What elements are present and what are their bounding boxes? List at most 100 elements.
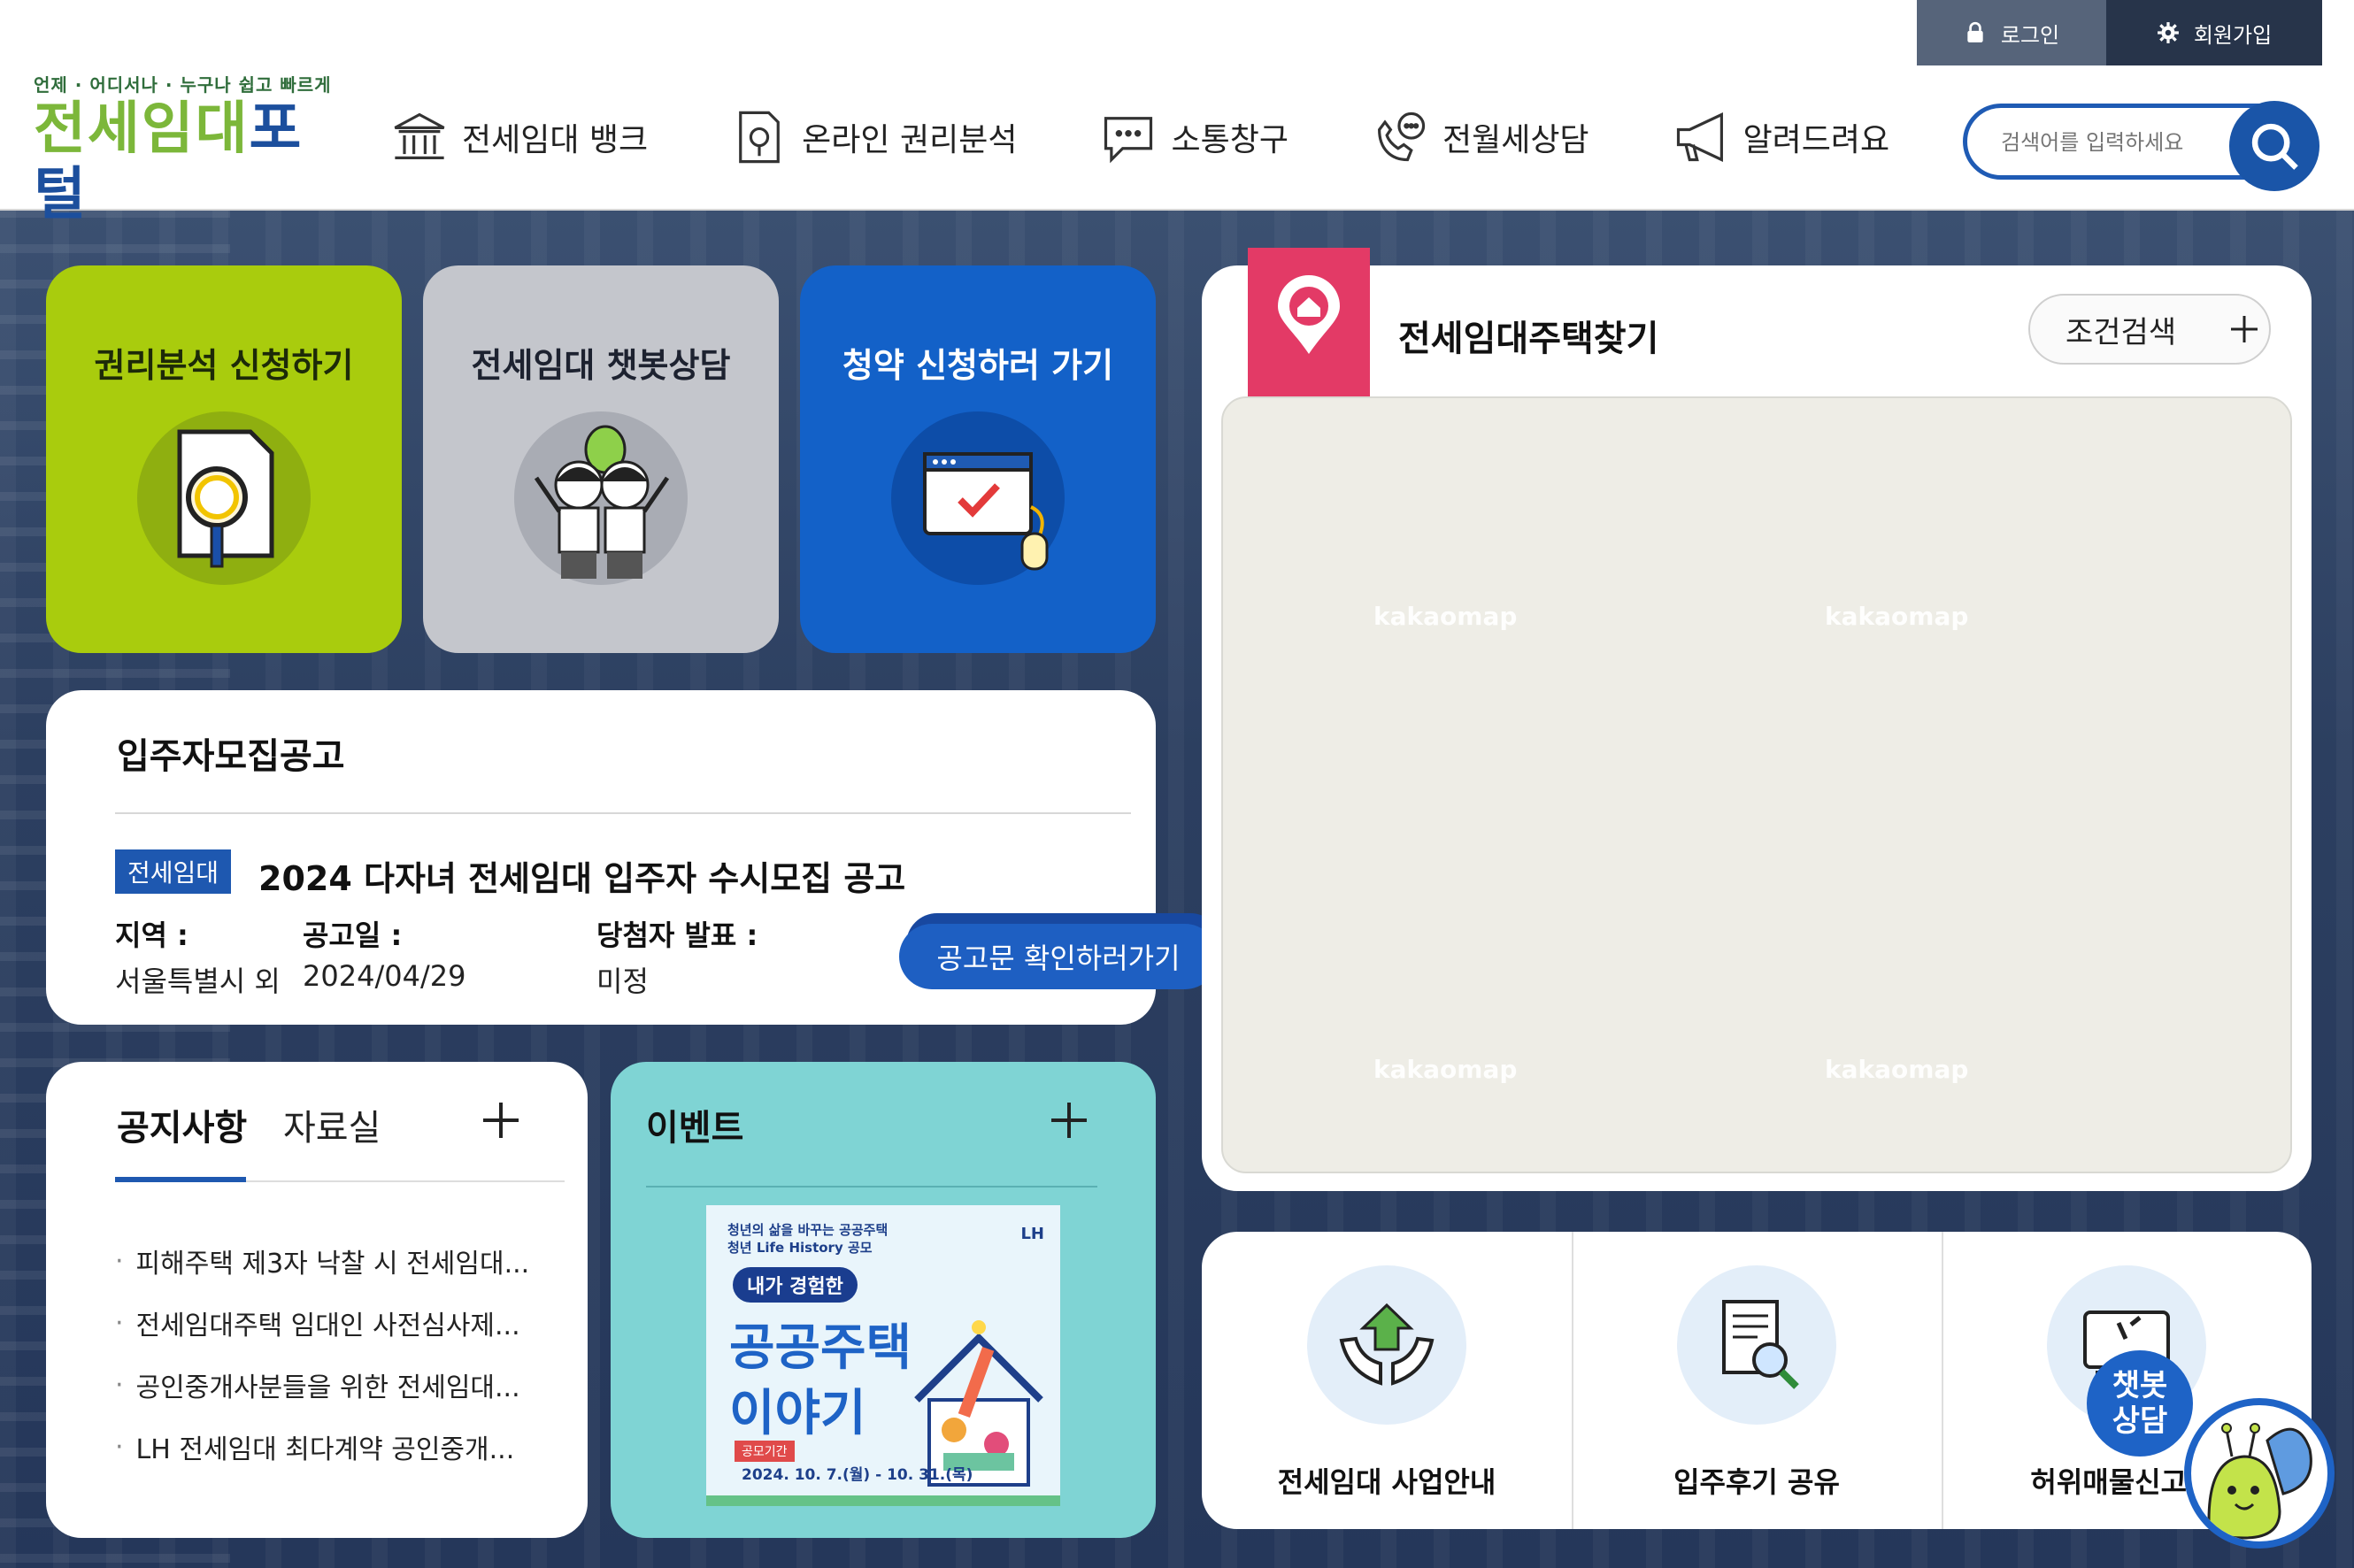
date-label: 공고일 : — [303, 919, 403, 952]
more-plus-icon[interactable] — [1048, 1099, 1090, 1141]
quick-card-icon-circle — [891, 411, 1065, 585]
nav-announcements[interactable]: 알려드려요 — [1671, 107, 1890, 167]
utility-bar: 로그인 회원가입 — [1917, 0, 2322, 65]
nav-communication[interactable]: 소통창구 — [1098, 107, 1289, 167]
quick-card-icon-circle — [137, 411, 311, 585]
nav-label: 전세임대 뱅크 — [462, 122, 649, 158]
region-value: 서울특별시 외 — [115, 965, 281, 998]
nav-label: 소통창구 — [1171, 122, 1289, 158]
tab-resources[interactable]: 자료실 — [283, 1099, 381, 1150]
nav-online-rights-analysis[interactable]: 온라인 권리분석 — [729, 107, 1017, 167]
magnifier-document-icon — [177, 429, 274, 568]
nav-label: 알려드려요 — [1742, 122, 1890, 158]
site-logo[interactable]: 언제 · 어디서나 · 누구나 쉽고 빠르게 전세임대포털 — [34, 71, 335, 227]
mascot-illustration — [2207, 1423, 2312, 1540]
notice-item[interactable]: LH 전세임대 최다계약 공인중개... — [115, 1416, 529, 1478]
poster-title-line-1: 공공주택 — [729, 1319, 912, 1377]
search-input[interactable] — [1999, 122, 2224, 163]
browser-check-icon — [923, 452, 1049, 571]
service-review-share[interactable]: 입주후기 공유 — [1572, 1232, 1942, 1529]
event-poster[interactable]: 청년의 삶을 바꾸는 공공주택청년 Life History 공모 LH 내가 … — [706, 1205, 1060, 1506]
quick-chatbot-card[interactable]: 전세임대 챗봇상담 — [423, 265, 779, 653]
notice-item[interactable]: 전세임대주택 임대인 사전심사제... — [115, 1292, 529, 1354]
chatbot-float-button[interactable]: 챗봇 상담 — [2087, 1350, 2193, 1457]
map-title: 전세임대주택찾기 — [1398, 319, 1659, 359]
condition-search-label: 조건검색 — [2066, 314, 2177, 350]
search-button[interactable] — [2229, 101, 2319, 191]
poster-subtitle-line-2: 청년 Life History 공모 — [727, 1240, 873, 1256]
tab-notices[interactable]: 공지사항 — [117, 1099, 247, 1150]
quick-rights-analysis-card[interactable]: 권리분석 신청하기 — [46, 265, 402, 653]
main-navigation: 전세임대 뱅크 온라인 권리분석 소통창구 전월세상담 알려드려요 — [389, 97, 1971, 177]
people-cheer-icon — [534, 425, 670, 579]
recruit-title: 입주자모집공고 — [117, 736, 345, 777]
divider — [115, 812, 1131, 814]
poster-pill: 내가 경험한 — [733, 1267, 858, 1303]
plus-icon — [2231, 316, 2258, 342]
gear-icon — [2157, 22, 2179, 43]
logo-tagline: 언제 · 어디서나 · 누구나 쉽고 빠르게 — [34, 74, 332, 96]
winner-label: 당첨자 발표 : — [596, 919, 758, 952]
quick-subscription-card[interactable]: 청약 신청하러 가기 — [800, 265, 1156, 653]
map-view[interactable]: kakaomap kakaomap kakaomap kakaomap — [1221, 396, 2292, 1173]
service-icon-circle — [1677, 1265, 1836, 1425]
lh-logo: LH — [1020, 1225, 1044, 1243]
notice-board-card: 공지사항 자료실 피해주택 제3자 낙찰 시 전세임대... 전세임대주택 임대… — [46, 1062, 588, 1538]
hands-house-icon — [1339, 1303, 1435, 1386]
notice-item[interactable]: 피해주택 제3자 낙찰 시 전세임대... — [115, 1230, 530, 1292]
condition-search-button[interactable]: 조건검색 — [2028, 294, 2271, 365]
service-label: 입주후기 공유 — [1673, 1465, 1840, 1499]
active-tab-indicator — [115, 1177, 246, 1182]
service-icon-circle — [1307, 1265, 1466, 1425]
service-business-guide[interactable]: 전세임대 사업안내 — [1202, 1232, 1572, 1529]
quick-card-label: 권리분석 신청하기 — [94, 346, 354, 385]
category-badge: 전세임대 — [115, 849, 232, 894]
search-icon — [2251, 123, 2298, 170]
logo-title-part-a: 전세임대 — [34, 96, 250, 162]
review-document-icon — [1722, 1300, 1799, 1389]
quick-card-label: 전세임대 챗봇상담 — [471, 346, 731, 385]
quick-card-label: 청약 신청하러 가기 — [842, 346, 1114, 385]
poster-period-tag: 공모기간 — [735, 1441, 795, 1462]
chatbot-label: 챗봇 상담 — [2112, 1368, 2168, 1439]
nav-rent-consulting[interactable]: 전월세상담 — [1370, 107, 1589, 167]
divider — [646, 1186, 1097, 1188]
poster-subtitle: 청년의 삶을 바꾸는 공공주택청년 Life History 공모 — [727, 1221, 888, 1257]
poster-subtitle-line-1: 청년의 삶을 바꾸는 공공주택 — [727, 1222, 889, 1238]
map-watermark: kakaomap — [1825, 1055, 1969, 1084]
quick-card-icon-circle — [514, 411, 688, 585]
date-value: 2024/04/29 — [303, 959, 466, 993]
event-card: 이벤트 청년의 삶을 바꾸는 공공주택청년 Life History 공모 LH… — [611, 1062, 1156, 1538]
nav-label: 전월세상담 — [1442, 122, 1589, 158]
home-pin-icon — [1278, 275, 1340, 354]
more-plus-icon[interactable] — [480, 1099, 522, 1141]
nav-jeonse-bank[interactable]: 전세임대 뱅크 — [389, 107, 648, 167]
house-finder-map-card: 전세임대주택찾기 조건검색 kakaomap kakaomap kakaomap… — [1202, 248, 2312, 1191]
event-title: 이벤트 — [646, 1108, 744, 1149]
login-button[interactable]: 로그인 — [1917, 0, 2106, 65]
recruitment-notice-card: 입주자모집공고 전세임대 2024 다자녀 전세임대 입주자 수시모집 공고 지… — [46, 690, 1218, 1025]
map-watermark: kakaomap — [1373, 602, 1518, 631]
chatbot-mascot-icon[interactable] — [2184, 1398, 2335, 1549]
winner-value: 미정 — [596, 965, 649, 998]
chat-bubble-icon — [1104, 117, 1153, 164]
search-box — [1963, 101, 2319, 191]
lock-icon — [1967, 21, 1983, 42]
phone-chat-icon — [1377, 111, 1426, 162]
signup-label: 회원가입 — [2193, 22, 2273, 48]
chatbot-label-line-2: 상담 — [2112, 1403, 2168, 1439]
login-label: 로그인 — [2000, 22, 2060, 48]
signup-button[interactable]: 회원가입 — [2106, 0, 2322, 65]
recruit-headline[interactable]: 2024 다자녀 전세임대 입주자 수시모집 공고 — [258, 851, 905, 900]
notice-list: 피해주택 제3자 낙찰 시 전세임대... 전세임대주택 임대인 사전심사제..… — [115, 1230, 530, 1478]
bank-icon — [394, 112, 445, 159]
map-watermark: kakaomap — [1373, 1055, 1518, 1084]
megaphone-icon — [1676, 111, 1723, 163]
document-search-icon — [739, 111, 781, 164]
poster-period: 2024. 10. 7.(월) - 10. 31.(목) — [742, 1466, 973, 1484]
chatbot-label-line-1: 챗봇 — [2112, 1368, 2168, 1403]
notice-item[interactable]: 공인중개사분들을 위한 전세임대... — [115, 1354, 529, 1416]
view-notice-button[interactable]: 공고문 확인하러가기 — [899, 924, 1218, 989]
logo-title: 전세임대포털 — [34, 96, 335, 227]
site-header: 로그인 회원가입 언제 · 어디서나 · 누구나 쉽고 빠르게 전세임대포털 전… — [0, 0, 2354, 227]
